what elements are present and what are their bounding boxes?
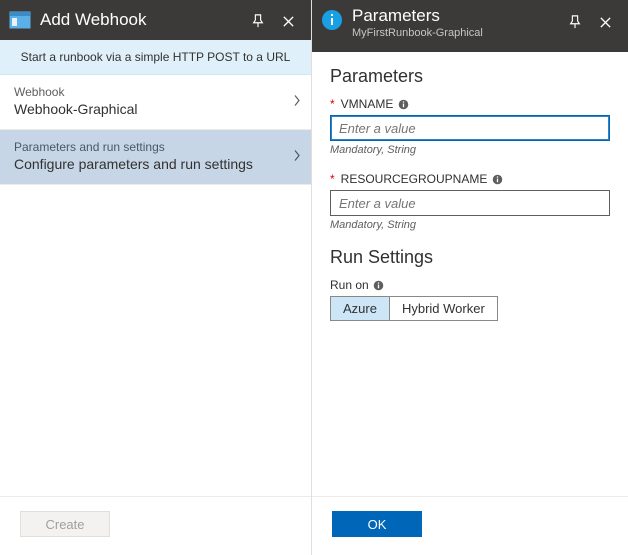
webhook-row-label: Webhook [14,85,297,99]
pin-button[interactable] [560,8,590,36]
close-button[interactable] [590,8,620,36]
webhook-row-value: Webhook-Graphical [14,101,297,117]
vmname-input[interactable] [330,115,610,141]
runbook-icon [8,8,32,32]
parameters-pane: Parameters MyFirstRunbook-Graphical Para… [312,0,628,555]
info-circle-icon [320,8,344,32]
required-indicator: * [330,97,335,111]
left-footer: Create [0,496,311,555]
chevron-right-icon [293,94,301,111]
run-settings-section-title: Run Settings [330,247,610,268]
pin-button[interactable] [243,7,273,35]
parameters-section-title: Parameters [330,66,610,87]
parameters-row-value: Configure parameters and run settings [14,156,297,172]
pane-title: Add Webhook [40,10,243,30]
resourcegroup-label: RESOURCEGROUPNAME [341,172,488,186]
ok-button[interactable]: OK [332,511,422,537]
parameters-header: Parameters MyFirstRunbook-Graphical [312,0,628,52]
info-banner: Start a runbook via a simple HTTP POST t… [0,40,311,75]
chevron-right-icon [293,149,301,166]
runon-option-azure[interactable]: Azure [331,297,389,320]
runon-toggle: Azure Hybrid Worker [330,296,498,321]
resourcegroup-field: * RESOURCEGROUPNAME Mandatory, String [330,172,610,231]
parameters-content: Parameters * VMNAME Mandatory, String * … [312,52,628,555]
vmname-field: * VMNAME Mandatory, String [330,97,610,156]
info-icon[interactable] [397,98,409,110]
info-icon[interactable] [491,173,503,185]
runon-label: Run on [330,278,369,292]
vmname-label: VMNAME [341,97,394,111]
required-indicator: * [330,172,335,186]
parameters-row[interactable]: Parameters and run settings Configure pa… [0,130,311,185]
resourcegroup-input[interactable] [330,190,610,216]
close-button[interactable] [273,7,303,35]
vmname-hint: Mandatory, String [330,144,610,156]
add-webhook-header: Add Webhook [0,0,311,40]
right-footer: OK [312,496,628,555]
resourcegroup-hint: Mandatory, String [330,219,610,231]
parameters-row-label: Parameters and run settings [14,140,297,154]
pane-subtitle: MyFirstRunbook-Graphical [352,26,560,40]
create-button[interactable]: Create [20,511,110,537]
add-webhook-pane: Add Webhook Start a runbook via a simple… [0,0,312,555]
pane-title: Parameters [352,6,560,26]
webhook-row[interactable]: Webhook Webhook-Graphical [0,75,311,130]
info-icon[interactable] [373,279,385,291]
runon-option-hybrid[interactable]: Hybrid Worker [389,297,497,320]
